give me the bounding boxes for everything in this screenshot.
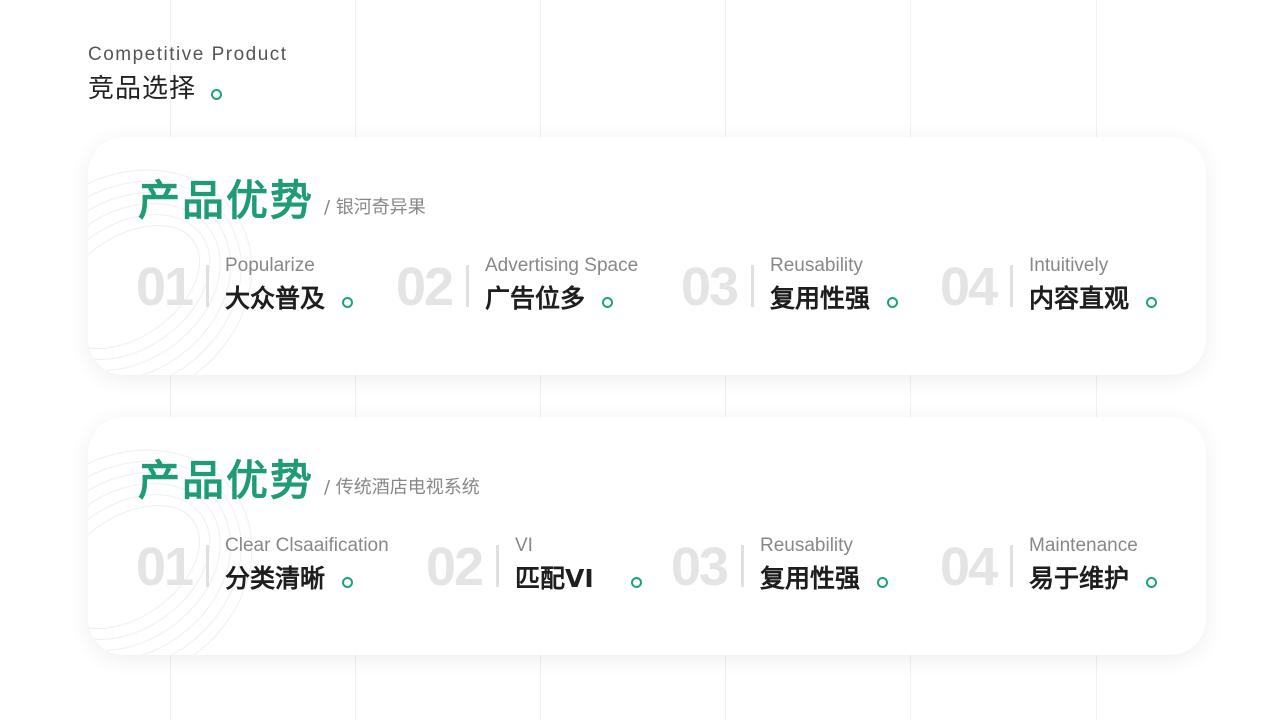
- item-label-cn: 大众普及: [225, 284, 326, 313]
- item-label-en: Advertising Space: [485, 255, 639, 276]
- item-label-en: Reusability: [770, 255, 863, 276]
- item-number: 04: [940, 537, 998, 597]
- item-label-en: Clear Clsaaification: [225, 535, 389, 556]
- item-label-en: Reusability: [760, 535, 853, 556]
- divider-bar: [466, 265, 469, 307]
- item-label-cn: 内容直观: [1029, 284, 1130, 313]
- item-number: 02: [396, 257, 454, 317]
- divider-bar: [741, 545, 744, 587]
- page-title: 竞品选择: [88, 74, 197, 104]
- accent-dot: [887, 297, 898, 308]
- item-number: 01: [136, 257, 194, 317]
- divider-bar: [1010, 265, 1013, 307]
- accent-dot: [342, 297, 353, 308]
- card-subtitle: / 银河奇异果: [324, 197, 426, 218]
- divider-bar: [1010, 545, 1013, 587]
- accent-dot: [342, 577, 353, 588]
- item-label-cn: 易于维护: [1029, 564, 1130, 593]
- advantage-card-2: 产品优势 / 传统酒店电视系统 01 Clear Clsaaification …: [88, 417, 1206, 655]
- item-number: 03: [681, 257, 739, 317]
- item-number: 01: [136, 537, 194, 597]
- item-label-cn: 复用性强: [770, 284, 871, 313]
- divider-bar: [496, 545, 499, 587]
- item-label-cn: 匹配VI: [515, 564, 594, 593]
- item-label-cn: 广告位多: [485, 284, 586, 313]
- advantage-card-1: 产品优势 / 银河奇异果 01 Popularize 大众普及 02 Adver…: [88, 137, 1206, 375]
- card-title: 产品优势: [138, 176, 315, 225]
- item-number: 02: [426, 537, 484, 597]
- item-label-en: VI: [515, 535, 533, 556]
- divider-bar: [206, 545, 209, 587]
- card-title: 产品优势: [138, 456, 315, 505]
- divider-bar: [751, 265, 754, 307]
- item-label-en: Intuitively: [1029, 255, 1109, 276]
- accent-dot: [211, 89, 222, 100]
- divider-bar: [206, 265, 209, 307]
- card-subtitle: / 传统酒店电视系统: [324, 477, 480, 498]
- accent-dot: [631, 577, 642, 588]
- item-label-cn: 复用性强: [760, 564, 861, 593]
- item-number: 04: [940, 257, 998, 317]
- accent-dot: [1146, 577, 1157, 588]
- accent-dot: [602, 297, 613, 308]
- item-label-en: Maintenance: [1029, 535, 1138, 556]
- item-label-en: Popularize: [225, 255, 315, 276]
- item-number: 03: [671, 537, 729, 597]
- item-label-cn: 分类清晰: [225, 564, 326, 593]
- page-subtitle: Competitive Product: [88, 44, 288, 65]
- accent-dot: [1146, 297, 1157, 308]
- accent-dot: [877, 577, 888, 588]
